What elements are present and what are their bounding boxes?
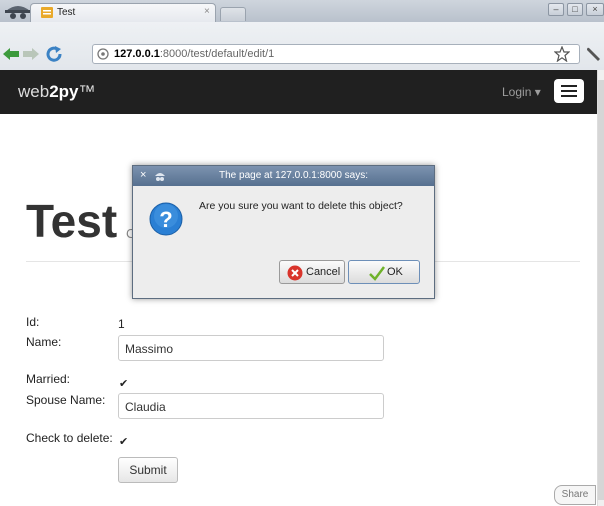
bookmark-star-icon[interactable] <box>554 46 570 62</box>
spouse-name-label: Spouse Name: <box>26 393 106 407</box>
share-button[interactable]: Share <box>554 485 596 505</box>
submit-button[interactable]: Submit <box>118 457 178 483</box>
married-label: Married: <box>26 372 71 386</box>
spouse-name-field[interactable]: Claudia <box>118 393 384 419</box>
id-label: Id: <box>26 315 40 329</box>
tab-close-icon[interactable]: × <box>204 6 210 17</box>
back-icon[interactable] <box>2 46 20 62</box>
delete-checkbox[interactable]: ✔ <box>119 437 129 448</box>
incognito-icon <box>5 6 31 19</box>
address-bar[interactable]: 127.0.0.1:8000/test/default/edit/1 <box>92 44 580 64</box>
site-navbar: web2py™ Login ▾ <box>0 70 598 114</box>
new-tab-button[interactable] <box>220 7 246 21</box>
login-dropdown[interactable]: Login ▾ <box>502 85 541 99</box>
ok-checkmark-icon <box>369 266 385 281</box>
favicon-icon <box>41 7 53 18</box>
cancel-button[interactable]: Cancel <box>279 260 345 284</box>
minimize-button[interactable]: – <box>548 3 564 16</box>
hamburger-icon <box>561 85 577 87</box>
close-window-button[interactable]: × <box>586 3 604 16</box>
url-host: 127.0.0.1:8000/test/default/edit/1 <box>114 48 275 60</box>
name-field[interactable]: Massimo <box>118 335 384 361</box>
ok-label: OK <box>387 266 403 278</box>
name-label: Name: <box>26 335 62 349</box>
url-path: :8000/test/default/edit/1 <box>159 48 275 60</box>
dialog-title: The page at 127.0.0.1:8000 says: <box>219 170 368 181</box>
scrollbar-thumb[interactable] <box>598 80 604 500</box>
married-checkbox[interactable]: ✔ <box>119 379 129 390</box>
id-value: 1 <box>118 317 125 331</box>
cancel-icon <box>287 265 303 281</box>
svg-text:?: ? <box>159 207 172 232</box>
wrench-menu-icon[interactable] <box>586 46 602 62</box>
cancel-label: Cancel <box>306 266 341 278</box>
app-icon <box>155 173 165 181</box>
question-icon: ? <box>149 202 183 236</box>
menu-toggle-button[interactable] <box>554 79 584 103</box>
maximize-button[interactable]: □ <box>567 3 583 16</box>
confirm-dialog: × The page at 127.0.0.1:8000 says: ? Are… <box>132 165 435 299</box>
reload-icon[interactable] <box>46 46 64 62</box>
page-info-icon[interactable] <box>97 48 109 60</box>
ok-button[interactable]: OK <box>348 260 420 284</box>
dialog-title-bar[interactable]: × The page at 127.0.0.1:8000 says: <box>133 166 434 186</box>
page-title: Test <box>26 195 118 247</box>
browser-tab[interactable]: Test × <box>30 3 216 22</box>
brand-logo[interactable]: web2py™ <box>18 82 95 102</box>
browser-title-bar: Test × – □ × <box>0 0 604 22</box>
forward-icon[interactable] <box>22 46 40 62</box>
dialog-message: Are you sure you want to delete this obj… <box>199 200 403 212</box>
tab-title: Test <box>57 7 76 18</box>
dialog-close-icon[interactable]: × <box>140 169 146 181</box>
delete-label: Check to delete: <box>26 431 113 445</box>
